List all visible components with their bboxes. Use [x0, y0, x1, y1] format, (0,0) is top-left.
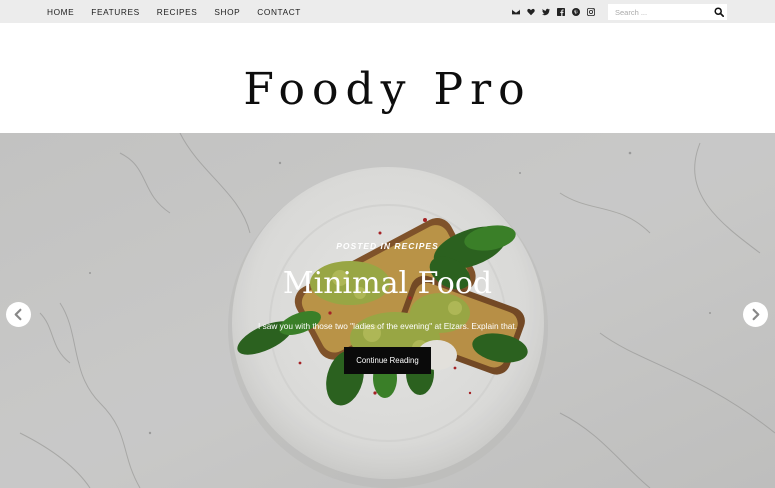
- hero-slider: POSTED IN RECIPES Minimal Food I saw you…: [0, 133, 775, 488]
- social-links: [508, 0, 598, 23]
- nav-item-features[interactable]: FEATURES: [91, 7, 139, 17]
- chevron-left-icon: [14, 308, 22, 321]
- envelope-icon[interactable]: [508, 4, 523, 19]
- chevron-right-icon: [752, 308, 760, 321]
- nav-item-shop[interactable]: SHOP: [214, 7, 240, 17]
- search-input[interactable]: [608, 4, 708, 20]
- slide-title[interactable]: Minimal Food: [0, 266, 775, 301]
- slider-prev-button[interactable]: [6, 302, 31, 327]
- site-logo-title[interactable]: Foody Pro: [0, 68, 775, 112]
- main-nav: HOME FEATURES RECIPES SHOP CONTACT: [47, 0, 318, 23]
- twitter-icon[interactable]: [538, 4, 553, 19]
- search-box: [608, 4, 727, 20]
- top-bar: HOME FEATURES RECIPES SHOP CONTACT: [0, 0, 775, 23]
- search-icon[interactable]: [714, 7, 724, 17]
- pinterest-icon[interactable]: [568, 4, 583, 19]
- continue-reading-button[interactable]: Continue Reading: [344, 347, 431, 374]
- nav-item-contact[interactable]: CONTACT: [257, 7, 301, 17]
- slide-excerpt: I saw you with those two "ladies of the …: [257, 321, 518, 331]
- facebook-icon[interactable]: [553, 4, 568, 19]
- nav-item-recipes[interactable]: RECIPES: [157, 7, 198, 17]
- post-category-line[interactable]: POSTED IN RECIPES: [0, 241, 775, 251]
- nav-item-home[interactable]: HOME: [47, 7, 74, 17]
- slide-content: POSTED IN RECIPES Minimal Food I saw you…: [0, 133, 775, 488]
- site-header: Foody Pro: [0, 23, 775, 133]
- slider-next-button[interactable]: [743, 302, 768, 327]
- heart-icon[interactable]: [523, 4, 538, 19]
- instagram-icon[interactable]: [583, 4, 598, 19]
